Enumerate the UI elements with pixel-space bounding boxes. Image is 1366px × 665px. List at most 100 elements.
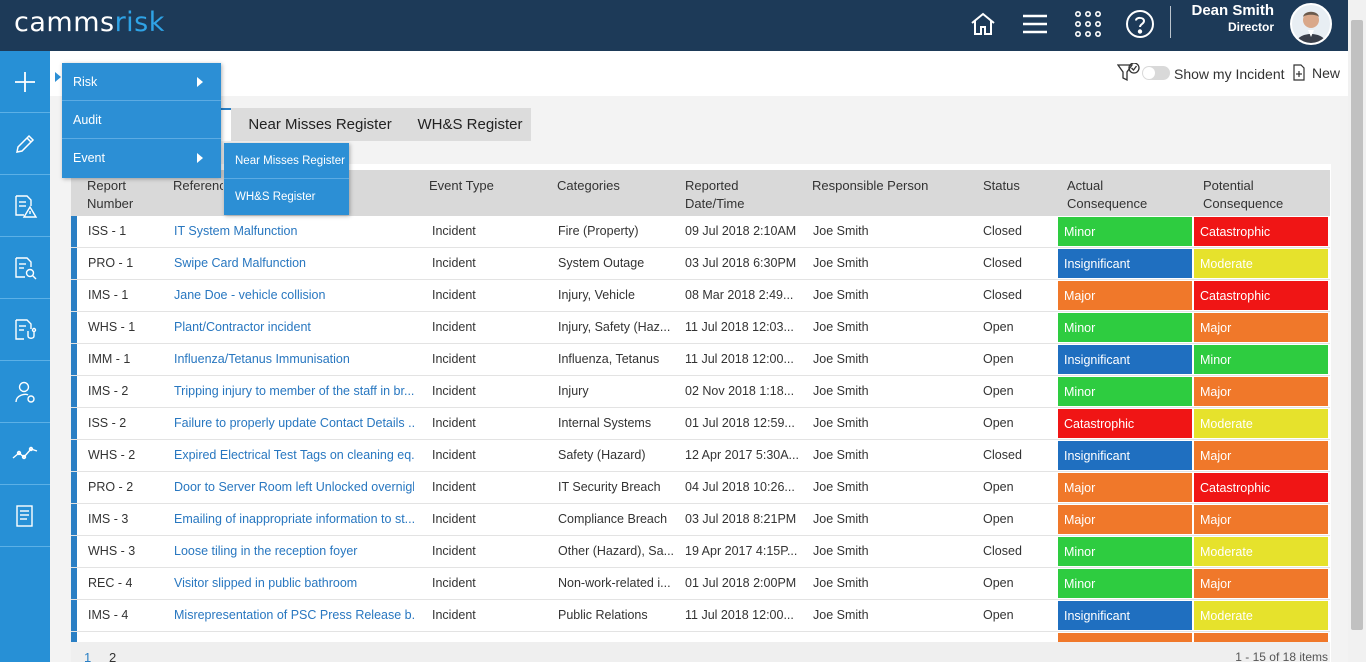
menu-item-risk[interactable]: Risk (62, 63, 221, 101)
row-indicator (71, 312, 77, 343)
cell-report-number: REC - 4 (88, 576, 133, 590)
cell-status: Closed (983, 544, 1022, 558)
apps-grid-icon[interactable] (1070, 6, 1106, 42)
page-1-link[interactable]: 1 (84, 650, 91, 665)
cell-status: Open (983, 608, 1014, 622)
page-scrollbar[interactable] (1348, 0, 1366, 662)
top-bar: cammsrisk Dean Smith Director (0, 0, 1348, 51)
header-report-number[interactable]: Report Number (87, 177, 157, 213)
cell-status: Open (983, 352, 1014, 366)
submenu-item-whs[interactable]: WH&S Register (224, 179, 349, 215)
new-button[interactable]: New (1312, 65, 1340, 81)
cell-potential-consequence: Major (1194, 569, 1328, 598)
table-row[interactable]: REC - 4 Visitor slipped in public bathroo… (71, 568, 1330, 600)
cell-actual-consequence: Insignificant (1058, 345, 1192, 374)
header-responsible[interactable]: Responsible Person (812, 177, 928, 195)
cell-event-type: Incident (432, 608, 476, 622)
cell-report-number: WHS - 1 (88, 320, 136, 334)
table-row[interactable]: IMS - 1 Jane Doe - vehicle collision Incid… (71, 280, 1330, 312)
table-row[interactable]: PRO - 2 Door to Server Room left Unlocked… (71, 472, 1330, 504)
cell-title-link[interactable]: Influenza/Tetanus Immunisation (174, 352, 414, 366)
table-row[interactable]: IMS - 2 Tripping injury to member of the … (71, 376, 1330, 408)
cell-categories: Injury, Safety (Haz... (558, 320, 671, 334)
sidebar-item-health[interactable] (0, 299, 50, 361)
cell-categories: Influenza, Tetanus (558, 352, 660, 366)
cell-event-type: Incident (432, 288, 476, 302)
row-indicator (71, 280, 77, 311)
sidebar-item-documents[interactable] (0, 485, 50, 547)
cell-title-link[interactable]: Misrepresentation of PSC Press Release b… (174, 608, 414, 622)
avatar[interactable] (1290, 3, 1332, 45)
cell-categories: Public Relations (558, 608, 648, 622)
table-row[interactable]: IMS - 4 Misrepresentation of PSC Press Re… (71, 600, 1330, 632)
header-event-type[interactable]: Event Type (429, 177, 494, 195)
event-submenu: Near Misses Register WH&S Register (224, 143, 349, 215)
header-reference[interactable]: Referenc (173, 177, 223, 195)
cell-event-type: Incident (432, 384, 476, 398)
menu-icon[interactable] (1017, 6, 1053, 42)
cell-responsible: Joe Smith (813, 448, 869, 462)
cell-responsible: Joe Smith (813, 256, 869, 270)
cell-responsible: Joe Smith (813, 512, 869, 526)
table-row[interactable]: PRO - 1 Swipe Card Malfunction Incident Sys… (71, 248, 1330, 280)
submenu-item-near-misses[interactable]: Near Misses Register (224, 143, 349, 179)
trend-icon (12, 446, 38, 459)
show-my-incident-toggle[interactable] (1142, 66, 1170, 80)
page-2-link[interactable]: 2 (109, 650, 116, 665)
cell-title-link[interactable]: Emailing of inappropriate information to… (174, 512, 414, 526)
cell-categories: System Outage (558, 256, 645, 270)
cell-reported: 11 Jul 2018 12:00... (685, 608, 794, 622)
table-row[interactable]: IMM - 1 Influenza/Tetanus Immunisation Inc… (71, 344, 1330, 376)
sidebar-item-risk-report[interactable] (0, 175, 50, 237)
tab-whs-register[interactable]: WH&S Register (409, 108, 531, 141)
sidebar-item-add[interactable] (0, 51, 50, 113)
cell-title-link[interactable]: Door to Server Room left Unlocked overni… (174, 480, 414, 494)
header-potential-consequence[interactable]: Potential Consequence (1203, 177, 1293, 213)
cell-event-type: Incident (432, 512, 476, 526)
new-document-icon[interactable] (1291, 64, 1307, 81)
header-status[interactable]: Status (983, 177, 1020, 195)
cell-status: Open (983, 416, 1014, 430)
cell-title-link[interactable]: IT System Malfunction (174, 224, 414, 238)
cell-event-type: Incident (432, 320, 476, 334)
cell-responsible: Joe Smith (813, 352, 869, 366)
table-row[interactable]: WHS - 2 Expired Electrical Test Tags on c… (71, 440, 1330, 472)
sidebar-item-audit[interactable] (0, 237, 50, 299)
header-actual-consequence[interactable]: Actual Consequence (1067, 177, 1157, 213)
cell-event-type: Incident (432, 224, 476, 238)
cell-categories: Injury, Vehicle (558, 288, 635, 302)
sidebar-item-people[interactable] (0, 361, 50, 423)
header-reported[interactable]: Reported Date/Time (685, 177, 755, 213)
menu-item-event[interactable]: Event (62, 139, 221, 177)
scrollbar-thumb[interactable] (1351, 20, 1363, 630)
menu-item-audit[interactable]: Audit (62, 101, 221, 139)
sidebar-item-edit[interactable] (0, 113, 50, 175)
cell-title-link[interactable]: Visitor slipped in public bathroom (174, 576, 414, 590)
cell-title-link[interactable]: Loose tiling in the reception foyer (174, 544, 414, 558)
help-icon[interactable] (1122, 6, 1158, 42)
cell-title-link[interactable]: Tripping injury to member of the staff i… (174, 384, 414, 398)
chevron-right-icon (197, 77, 203, 87)
cell-title-link[interactable]: Failure to properly update Contact Detai… (174, 416, 414, 430)
cell-potential-consequence: Major (1194, 441, 1328, 470)
cell-status: Open (983, 576, 1014, 590)
table-row[interactable]: WHS - 3 Loose tiling in the reception foy… (71, 536, 1330, 568)
table-row[interactable]: WHS - 1 Plant/Contractor incident Incident… (71, 312, 1330, 344)
header-categories[interactable]: Categories (557, 177, 620, 195)
user-info[interactable]: Dean Smith Director (1191, 2, 1274, 34)
cell-potential-consequence: Moderate (1194, 537, 1328, 566)
tab-near-misses[interactable]: Near Misses Register (231, 108, 409, 141)
table-row[interactable]: ISS - 2 Failure to properly update Contac… (71, 408, 1330, 440)
cell-title-link[interactable]: Expired Electrical Test Tags on cleaning… (174, 448, 414, 462)
table-row[interactable]: ISS - 1 IT System Malfunction Incident Fire… (71, 216, 1330, 248)
cell-title-link[interactable]: Plant/Contractor incident (174, 320, 414, 334)
app-logo[interactable]: cammsrisk (14, 7, 165, 38)
cell-responsible: Joe Smith (813, 320, 869, 334)
cell-report-number: IMM - 1 (88, 352, 131, 366)
table-row[interactable]: IMS - 3 Emailing of inappropriate informa… (71, 504, 1330, 536)
filter-check-icon[interactable] (1117, 63, 1141, 83)
cell-title-link[interactable]: Jane Doe - vehicle collision (174, 288, 414, 302)
cell-title-link[interactable]: Swipe Card Malfunction (174, 256, 414, 270)
sidebar-item-trends[interactable] (0, 423, 50, 485)
home-icon[interactable] (965, 6, 1001, 42)
